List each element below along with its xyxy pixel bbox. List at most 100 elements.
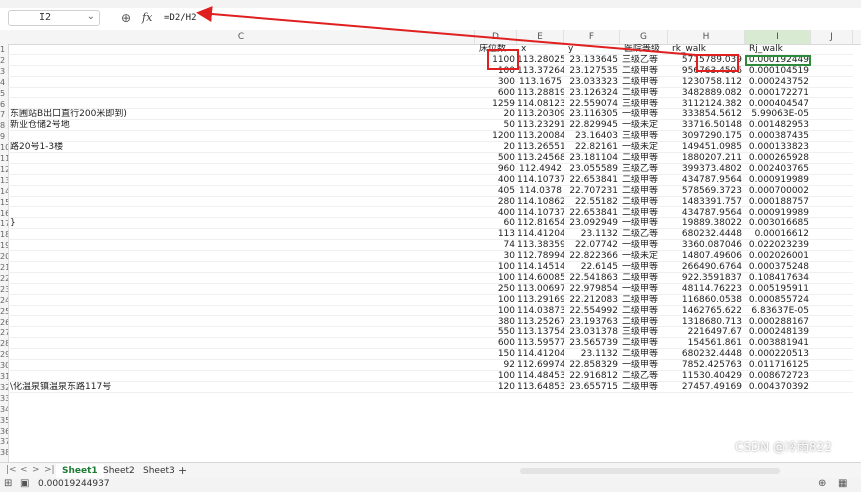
- add-sheet-button[interactable]: +: [178, 464, 187, 477]
- table-cell[interactable]: [8, 164, 475, 175]
- next-sheet-icon[interactable]: >: [32, 465, 40, 475]
- table-cell[interactable]: [8, 88, 475, 99]
- row-header[interactable]: 4: [0, 77, 8, 88]
- row-header[interactable]: 14: [0, 186, 8, 197]
- last-sheet-icon[interactable]: >|: [44, 465, 55, 475]
- row-header[interactable]: 31: [0, 371, 8, 382]
- table-cell[interactable]: 0.005195911: [745, 284, 811, 295]
- column-header[interactable]: F: [564, 30, 620, 44]
- table-cell[interactable]: [8, 360, 475, 371]
- table-cell[interactable]: 路20号1-3楼: [8, 142, 475, 153]
- row-header[interactable]: 25: [0, 306, 8, 317]
- selected-cell[interactable]: 0.000192449: [745, 54, 811, 66]
- table-cell[interactable]: 112.81654: [517, 218, 564, 229]
- row-header[interactable]: 32: [0, 382, 8, 393]
- table-cell[interactable]: 116860.0538: [668, 295, 745, 306]
- table-cell[interactable]: 二级乙等: [620, 229, 668, 240]
- chevron-down-icon[interactable]: ⌄: [87, 11, 95, 22]
- table-cell[interactable]: 1318680.713: [668, 317, 745, 328]
- table-cell[interactable]: 23.565739: [564, 338, 620, 349]
- table-cell[interactable]: 0.011716125: [745, 360, 811, 371]
- table-cell[interactable]: 0.000288167: [745, 317, 811, 328]
- table-cell[interactable]: 0.00016612: [745, 229, 811, 240]
- horizontal-scrollbar[interactable]: [520, 468, 780, 474]
- table-cell[interactable]: 1483391.757: [668, 197, 745, 208]
- table-cell[interactable]: 114.08123: [517, 99, 564, 110]
- prev-sheet-icon[interactable]: <: [20, 465, 28, 475]
- table-cell[interactable]: 22.07742: [564, 240, 620, 251]
- row-header[interactable]: 12: [0, 164, 8, 175]
- table-cell[interactable]: 1100: [475, 55, 517, 66]
- table-cell[interactable]: [8, 306, 475, 317]
- table-cell[interactable]: 113.59577: [517, 338, 564, 349]
- table-cell[interactable]: 60: [475, 218, 517, 229]
- row-header[interactable]: 38: [0, 447, 8, 458]
- table-cell[interactable]: 400: [475, 208, 517, 219]
- table-cell[interactable]: 23.031378: [564, 327, 620, 338]
- row-header[interactable]: 19: [0, 240, 8, 251]
- table-cell[interactable]: 0.000172271: [745, 88, 811, 99]
- table-cell[interactable]: 22.554992: [564, 306, 620, 317]
- table-cell[interactable]: [8, 295, 475, 306]
- table-cell[interactable]: 280: [475, 197, 517, 208]
- header-cell[interactable]: rk_walk: [668, 44, 745, 55]
- table-cell[interactable]: 114.41204: [517, 229, 564, 240]
- table-cell[interactable]: 100: [475, 273, 517, 284]
- column-header[interactable]: H: [668, 30, 745, 44]
- table-cell[interactable]: 23.16403: [564, 131, 620, 142]
- row-header[interactable]: 2: [0, 55, 8, 66]
- table-cell[interactable]: 二级甲等: [620, 186, 668, 197]
- table-cell[interactable]: [8, 251, 475, 262]
- row-header[interactable]: 30: [0, 360, 8, 371]
- table-cell[interactable]: 14807.49606: [668, 251, 745, 262]
- table-cell[interactable]: 3482889.082: [668, 88, 745, 99]
- table-cell[interactable]: [8, 317, 475, 328]
- table-cell[interactable]: 11530.40429: [668, 371, 745, 382]
- header-cell[interactable]: x: [517, 44, 564, 55]
- table-cell[interactable]: 48114.76223: [668, 284, 745, 295]
- table-cell[interactable]: 3360.087046: [668, 240, 745, 251]
- table-cell[interactable]: 22.6145: [564, 262, 620, 273]
- table-cell[interactable]: 113.24568: [517, 153, 564, 164]
- table-cell[interactable]: 0.000700002: [745, 186, 811, 197]
- table-cell[interactable]: 一级未定: [620, 120, 668, 131]
- row-header[interactable]: 37: [0, 436, 8, 447]
- table-cell[interactable]: 二级甲等: [620, 153, 668, 164]
- name-box[interactable]: I2 ⌄: [8, 10, 100, 26]
- table-cell[interactable]: 114.10737: [517, 175, 564, 186]
- table-cell[interactable]: 600: [475, 88, 517, 99]
- row-header[interactable]: 18: [0, 229, 8, 240]
- row-header[interactable]: 23: [0, 284, 8, 295]
- table-cell[interactable]: 600: [475, 338, 517, 349]
- table-cell[interactable]: 27457.49169: [668, 382, 745, 393]
- table-cell[interactable]: 113.26551: [517, 142, 564, 153]
- table-cell[interactable]: 434787.9564: [668, 208, 745, 219]
- table-cell[interactable]: 680232.4448: [668, 349, 745, 360]
- column-header[interactable]: D: [475, 30, 517, 44]
- table-cell[interactable]: 二级甲等: [620, 88, 668, 99]
- table-cell[interactable]: [8, 208, 475, 219]
- table-cell[interactable]: 1880207.211: [668, 153, 745, 164]
- table-cell[interactable]: 23.116305: [564, 109, 620, 120]
- table-cell[interactable]: 20: [475, 142, 517, 153]
- header-cell[interactable]: 医院等级: [620, 44, 668, 55]
- table-cell[interactable]: 22.829945: [564, 120, 620, 131]
- table-cell[interactable]: 5.99063E-05: [745, 109, 811, 120]
- row-header[interactable]: 22: [0, 273, 8, 284]
- table-cell[interactable]: 二级甲等: [620, 66, 668, 77]
- row-header[interactable]: 34: [0, 404, 8, 415]
- table-cell[interactable]: 0.004370392: [745, 382, 811, 393]
- row-header[interactable]: 1: [0, 44, 8, 55]
- row-header[interactable]: 6: [0, 99, 8, 110]
- table-cell[interactable]: 113.29169: [517, 295, 564, 306]
- table-cell[interactable]: 二级甲等: [620, 338, 668, 349]
- table-cell[interactable]: 33716.50148: [668, 120, 745, 131]
- row-header[interactable]: 27: [0, 327, 8, 338]
- table-cell[interactable]: [8, 338, 475, 349]
- table-cell[interactable]: 113.00697: [517, 284, 564, 295]
- formula-input[interactable]: =D2/H2: [164, 13, 197, 23]
- table-cell[interactable]: 300: [475, 77, 517, 88]
- table-cell[interactable]: 114.48453: [517, 371, 564, 382]
- table-cell[interactable]: [8, 197, 475, 208]
- table-cell[interactable]: 100: [475, 66, 517, 77]
